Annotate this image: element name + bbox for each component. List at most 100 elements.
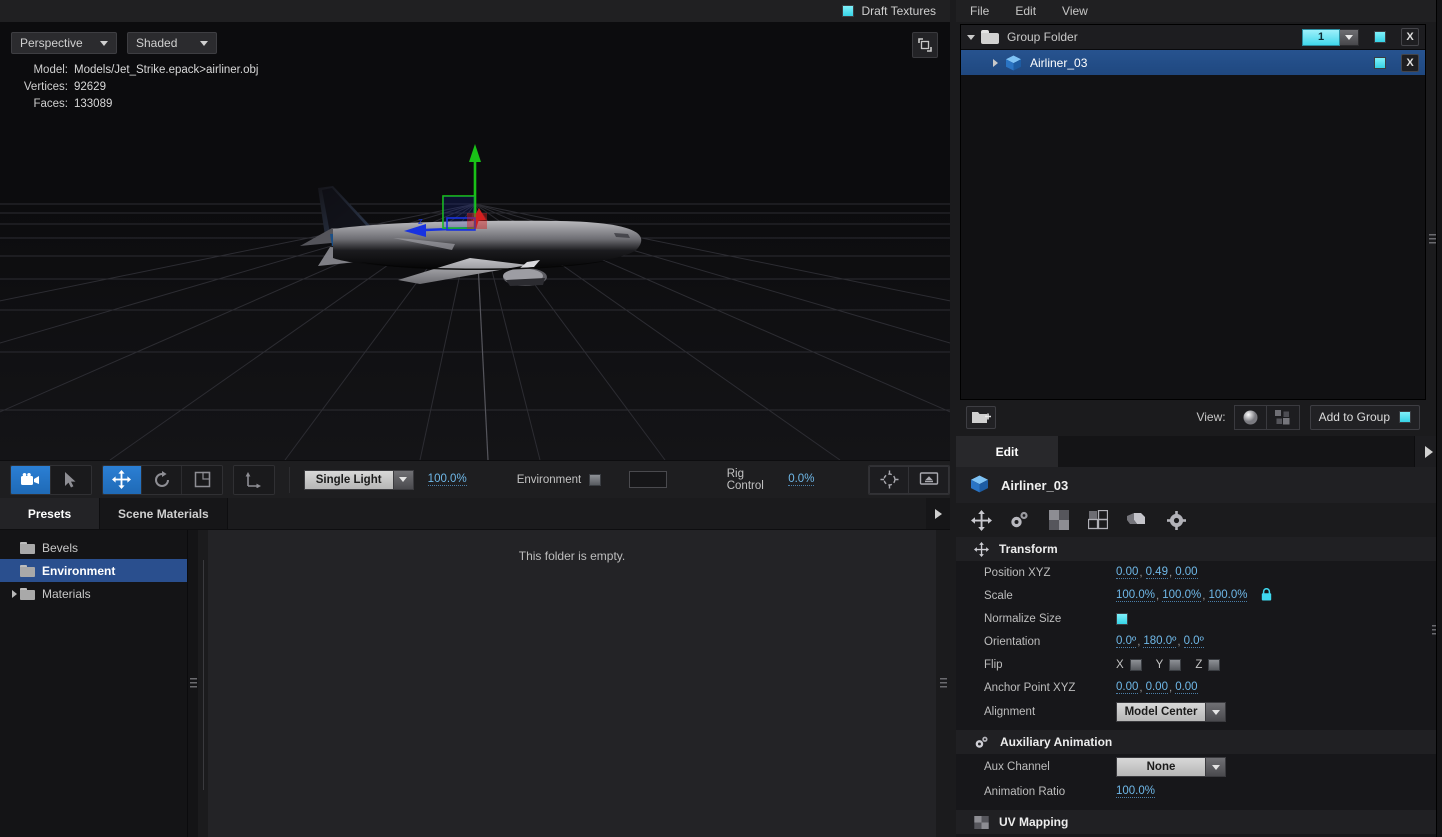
position-x-value[interactable]: 0.00: [1116, 566, 1139, 579]
uv-mapping-icon[interactable]: [1046, 508, 1072, 532]
group-count-dropdown[interactable]: 1: [1302, 28, 1359, 46]
browser-empty-label: This folder is empty.: [518, 549, 626, 563]
alignment-dropdown[interactable]: Model Center: [1116, 702, 1226, 722]
new-folder-button[interactable]: [966, 405, 996, 429]
property-value: 100.0%: [1116, 785, 1156, 798]
flip-z-group: Z: [1195, 658, 1221, 671]
aux-channel-value: None: [1116, 757, 1206, 777]
tree-disclosure[interactable]: [8, 589, 20, 598]
add-to-group-button[interactable]: Add to Group: [1309, 404, 1420, 430]
presets-folder-tree[interactable]: Bevels Environment Materials: [0, 530, 188, 837]
svg-text:z: z: [418, 217, 423, 227]
auxiliary-animation-icon[interactable]: [1007, 508, 1033, 532]
scale-z-value[interactable]: 100.0%: [1208, 589, 1248, 602]
anchor-x-value[interactable]: 0.00: [1116, 681, 1139, 694]
draft-textures-checkbox[interactable]: [841, 5, 854, 17]
section-header-auxiliary-animation[interactable]: Auxiliary Animation: [956, 730, 1442, 754]
menu-edit[interactable]: Edit: [1015, 4, 1036, 18]
bevel-icon[interactable]: [1124, 508, 1150, 532]
section-header-transform[interactable]: Transform: [956, 537, 1442, 561]
scale-lock-toggle[interactable]: [1261, 587, 1272, 604]
menu-view[interactable]: View: [1062, 4, 1088, 18]
visibility-checkbox-icon: [1374, 31, 1386, 43]
shading-dropdown[interactable]: Shaded: [127, 32, 217, 54]
add-to-group-checkbox[interactable]: [1399, 411, 1411, 423]
group-count-value: 1: [1302, 28, 1340, 46]
property-row-normalize-size: Normalize Size: [956, 607, 1442, 630]
remove-object-button[interactable]: X: [1395, 53, 1425, 72]
scale-y-value[interactable]: 100.0%: [1162, 589, 1202, 602]
projection-label: Perspective: [20, 36, 83, 50]
browser-splitter[interactable]: [936, 530, 950, 837]
property-label: Aux Channel: [984, 761, 1050, 773]
flip-x-checkbox[interactable]: [1129, 658, 1142, 671]
animation-ratio-value[interactable]: 100.0%: [1116, 785, 1156, 798]
fit-to-screen-button[interactable]: [909, 465, 950, 494]
alignment-value: Model Center: [1116, 702, 1206, 722]
rig-control-value[interactable]: 0.0%: [788, 473, 815, 486]
presets-tabs-overflow-button[interactable]: [926, 498, 950, 529]
scale-tool-button[interactable]: [182, 465, 222, 494]
camera-tool-button[interactable]: [11, 465, 51, 494]
gear-glyph: [1166, 510, 1186, 530]
section-header-uv-mapping[interactable]: UV Mapping: [956, 810, 1442, 834]
orientation-z-value[interactable]: 0.0º: [1183, 635, 1204, 648]
settings-gear-icon[interactable]: [1163, 508, 1189, 532]
scene-outliner[interactable]: Group Folder 1 X Airliner_03 X: [960, 24, 1436, 400]
projection-dropdown[interactable]: Perspective: [11, 32, 117, 54]
aux-channel-dropdown[interactable]: None: [1116, 757, 1226, 777]
flip-z-checkbox[interactable]: [1208, 658, 1221, 671]
tab-scene-materials[interactable]: Scene Materials: [100, 498, 228, 529]
property-row-position-xyz: Position XYZ 0.00, 0.49, 0.00: [956, 561, 1442, 584]
tree-item-bevels[interactable]: Bevels: [0, 536, 187, 559]
outliner-row-group-folder[interactable]: Group Folder 1 X: [961, 25, 1425, 50]
outliner-row-airliner-03[interactable]: Airliner_03 X: [961, 50, 1425, 75]
preset-browser[interactable]: This folder is empty.: [208, 530, 936, 837]
tree-item-environment[interactable]: Environment: [0, 559, 187, 582]
environment-color-swatch[interactable]: [628, 471, 667, 488]
layers-icon[interactable]: [1085, 508, 1111, 532]
environment-checkbox[interactable]: [589, 473, 601, 486]
select-tool-button[interactable]: [50, 465, 91, 494]
properties-panel[interactable]: Transform Position XYZ 0.00, 0.49, 0.00 …: [956, 537, 1442, 837]
right-pane: File Edit View Group Folder 1 X Airliner…: [956, 0, 1442, 837]
light-preset-dropdown[interactable]: Single Light: [303, 469, 414, 490]
tab-presets[interactable]: Presets: [0, 498, 100, 529]
remove-group-button[interactable]: X: [1395, 28, 1425, 46]
light-intensity-value[interactable]: 100.0%: [427, 473, 467, 486]
transform-icon[interactable]: [968, 508, 994, 532]
center-view-button[interactable]: [869, 465, 910, 494]
menu-file[interactable]: File: [970, 4, 989, 18]
view-parts-button[interactable]: [1266, 404, 1300, 430]
section-title: Transform: [999, 542, 1058, 556]
anchor-z-value[interactable]: 0.00: [1175, 681, 1198, 694]
orientation-x-value[interactable]: 0.0º: [1116, 635, 1137, 648]
tree-divider: [203, 560, 204, 790]
scale-x-value[interactable]: 100.0%: [1116, 589, 1156, 602]
3d-viewport[interactable]: z Perspective Shaded Model: Models/Jet_S…: [0, 22, 950, 460]
normalize-size-checkbox[interactable]: [1116, 612, 1128, 625]
tree-item-materials[interactable]: Materials: [0, 582, 187, 605]
rotate-tool-button[interactable]: [142, 465, 183, 494]
move-tool-button[interactable]: [102, 465, 143, 494]
tree-splitter[interactable]: [188, 530, 198, 837]
position-z-value[interactable]: 0.00: [1175, 566, 1198, 579]
visibility-toggle[interactable]: [1365, 56, 1395, 69]
disclosure-right-icon[interactable]: [985, 58, 1005, 67]
flip-y-checkbox[interactable]: [1169, 658, 1182, 671]
axis-tool-button[interactable]: [233, 465, 274, 494]
property-value: 100.0%, 100.0%, 100.0%: [1116, 587, 1272, 604]
lock-icon: [1262, 587, 1272, 600]
orientation-y-value[interactable]: 180.0º: [1143, 635, 1177, 648]
rig-control-label: Rig Control: [726, 467, 764, 492]
expand-viewport-button[interactable]: [912, 32, 938, 58]
view-shaded-button[interactable]: [1233, 404, 1267, 430]
visibility-toggle[interactable]: [1365, 31, 1395, 43]
disclosure-down-icon[interactable]: [961, 34, 981, 40]
vertices-value: 92629: [74, 81, 106, 93]
menu-bar: File Edit View: [956, 0, 1442, 22]
position-y-value[interactable]: 0.49: [1145, 566, 1168, 579]
flip-z-label: Z: [1195, 658, 1203, 671]
anchor-y-value[interactable]: 0.00: [1145, 681, 1168, 694]
tab-edit[interactable]: Edit: [956, 436, 1058, 467]
